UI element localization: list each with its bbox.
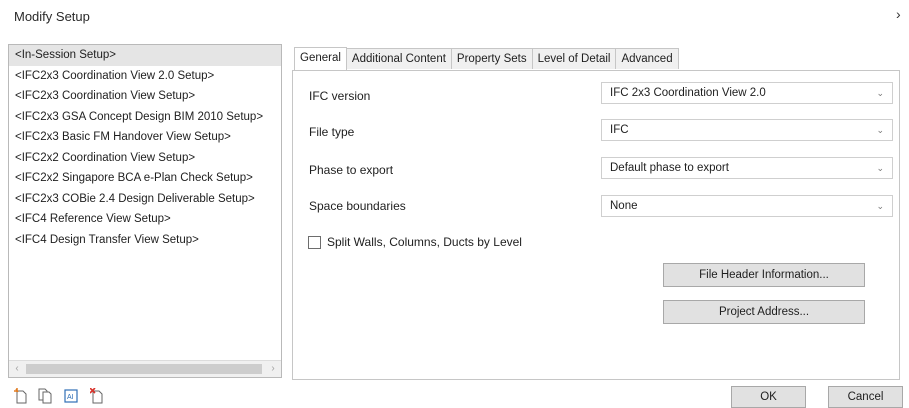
horizontal-scrollbar[interactable]: ‹ › bbox=[9, 360, 281, 377]
file-type-select[interactable]: IFC ⌄ bbox=[601, 119, 893, 141]
setup-list-item[interactable]: <IFC4 Reference View Setup> bbox=[9, 209, 281, 230]
scroll-right-icon[interactable]: › bbox=[265, 361, 281, 377]
tab-property-sets[interactable]: Property Sets bbox=[450, 48, 533, 69]
setup-list-item[interactable]: <IFC4 Design Transfer View Setup> bbox=[9, 230, 281, 251]
tab-additional-content[interactable]: Additional Content bbox=[345, 48, 452, 69]
svg-text:AI: AI bbox=[67, 394, 74, 401]
chevron-down-icon: ⌄ bbox=[876, 201, 884, 211]
new-setup-icon-graphic bbox=[14, 388, 27, 404]
space-boundaries-label: Space boundaries bbox=[309, 199, 406, 213]
dialog-title: Modify Setup bbox=[14, 9, 90, 24]
setup-list-item[interactable]: <IFC2x3 Coordination View 2.0 Setup> bbox=[9, 66, 281, 87]
file-type-label: File type bbox=[309, 125, 355, 139]
space-boundaries-value: None bbox=[610, 200, 638, 212]
duplicate-setup-icon-graphic bbox=[38, 388, 52, 404]
ok-button[interactable]: OK bbox=[731, 386, 806, 408]
file-type-value: IFC bbox=[610, 124, 629, 136]
general-panel: IFC version IFC 2x3 Coordination View 2.… bbox=[292, 70, 900, 380]
chevron-down-icon: ⌄ bbox=[876, 125, 884, 135]
chevron-down-icon: ⌄ bbox=[876, 163, 884, 173]
setup-list-items: <In-Session Setup> <IFC2x3 Coordination V… bbox=[9, 45, 281, 361]
delete-setup-icon-graphic bbox=[89, 387, 103, 404]
file-header-button[interactable]: File Header Information... bbox=[663, 263, 865, 287]
split-walls-checkbox[interactable] bbox=[308, 236, 321, 249]
ifc-version-select[interactable]: IFC 2x3 Coordination View 2.0 ⌄ bbox=[601, 82, 893, 104]
setup-list[interactable]: <In-Session Setup> <IFC2x3 Coordination V… bbox=[8, 44, 282, 378]
phase-value: Default phase to export bbox=[610, 162, 729, 174]
scroll-left-icon[interactable]: ‹ bbox=[9, 361, 25, 377]
setup-list-item[interactable]: <IFC2x3 GSA Concept Design BIM 2010 Setu… bbox=[9, 107, 281, 128]
setup-list-item[interactable]: <IFC2x2 Singapore BCA e-Plan Check Setup… bbox=[9, 168, 281, 189]
scrollbar-thumb[interactable] bbox=[26, 364, 262, 374]
setup-list-item[interactable]: <In-Session Setup> bbox=[9, 45, 281, 66]
phase-select[interactable]: Default phase to export ⌄ bbox=[601, 157, 893, 179]
space-boundaries-select[interactable]: None ⌄ bbox=[601, 195, 893, 217]
tab-advanced[interactable]: Advanced bbox=[615, 48, 679, 69]
close-icon[interactable]: › bbox=[896, 6, 901, 22]
ifc-version-value: IFC 2x3 Coordination View 2.0 bbox=[610, 87, 766, 99]
cancel-button[interactable]: Cancel bbox=[828, 386, 903, 408]
project-address-button[interactable]: Project Address... bbox=[663, 300, 865, 324]
setup-list-item[interactable]: <IFC2x3 Basic FM Handover View Setup> bbox=[9, 127, 281, 148]
delete-setup-icon[interactable] bbox=[89, 387, 104, 407]
rename-setup-icon[interactable]: AI bbox=[64, 388, 78, 407]
phase-label: Phase to export bbox=[309, 163, 394, 177]
split-walls-label: Split Walls, Columns, Ducts by Level bbox=[327, 235, 522, 249]
tab-level-of-detail[interactable]: Level of Detail bbox=[531, 48, 617, 69]
new-setup-icon[interactable] bbox=[14, 388, 28, 407]
duplicate-setup-icon[interactable] bbox=[38, 388, 52, 407]
rename-setup-icon-graphic: AI bbox=[64, 389, 78, 403]
setup-list-item[interactable]: <IFC2x2 Coordination View Setup> bbox=[9, 148, 281, 169]
tab-bar: General Additional Content Property Sets… bbox=[294, 47, 679, 70]
setup-list-item[interactable]: <IFC2x3 Coordination View Setup> bbox=[9, 86, 281, 107]
setup-list-item[interactable]: <IFC2x3 COBie 2.4 Design Deliverable Set… bbox=[9, 189, 281, 210]
tab-general[interactable]: General bbox=[294, 47, 347, 70]
ifc-version-label: IFC version bbox=[309, 89, 371, 103]
chevron-down-icon: ⌄ bbox=[876, 88, 884, 98]
